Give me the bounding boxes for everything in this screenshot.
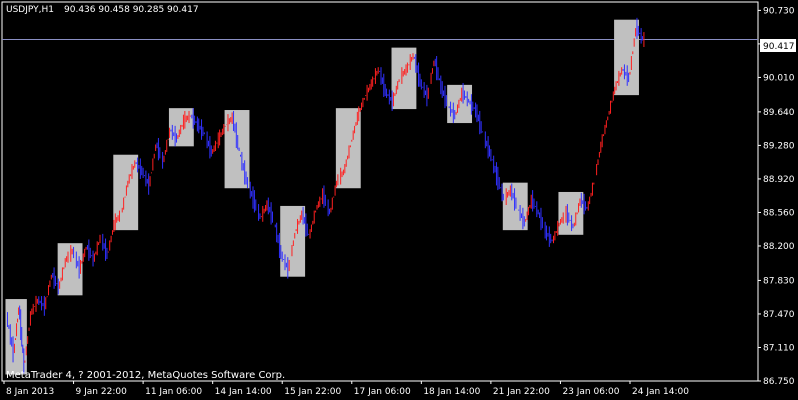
price-tick-label: 89.280 [763, 141, 795, 151]
symbol-label: USDJPY,H1 [6, 5, 54, 15]
price-tick-label: 88.920 [763, 175, 795, 185]
session-box [558, 191, 584, 235]
price-tick-label: 90.730 [763, 6, 795, 16]
time-tick-label: 24 Jan 14:00 [632, 387, 689, 397]
price-tick-label: 86.750 [763, 377, 795, 387]
copyright-label: MetaTrader 4, ? 2001-2012, MetaQuotes So… [6, 370, 285, 381]
time-tick-label: 9 Jan 22:00 [76, 387, 128, 397]
price-tick-label: 90.010 [763, 73, 795, 83]
current-price-label: 90.417 [763, 42, 795, 52]
time-tick-label: 18 Jan 14:00 [423, 387, 480, 397]
price-tick-label: 89.640 [763, 108, 795, 118]
price-axis: 90.73090.37090.01089.64089.28088.92088.5… [758, 6, 795, 387]
chart-terminal: 90.73090.37090.01089.64089.28088.92088.5… [0, 0, 798, 400]
price-tick-label: 87.110 [763, 343, 795, 353]
time-tick-label: 23 Jan 06:00 [562, 387, 619, 397]
time-axis: 8 Jan 2013 9 Jan 22:00 11 Jan 06:00 14 Jan … [3, 381, 689, 397]
price-tick-label: 88.200 [763, 242, 795, 252]
time-tick-label: 21 Jan 22:00 [493, 387, 550, 397]
price-chart[interactable]: 90.73090.37090.01089.64089.28088.92088.5… [0, 0, 798, 400]
time-tick-label: 11 Jan 06:00 [145, 387, 202, 397]
price-tick-label: 87.830 [763, 276, 795, 286]
price-tick-label: 88.560 [763, 208, 795, 218]
price-tick-label: 87.470 [763, 310, 795, 320]
ohlc-label: 90.436 90.458 90.285 90.417 [64, 5, 199, 15]
time-tick-label: 14 Jan 14:00 [215, 387, 272, 397]
time-tick-label: 17 Jan 06:00 [354, 387, 411, 397]
time-tick-label: 15 Jan 22:00 [284, 387, 341, 397]
time-tick-label: 8 Jan 2013 [6, 387, 54, 397]
